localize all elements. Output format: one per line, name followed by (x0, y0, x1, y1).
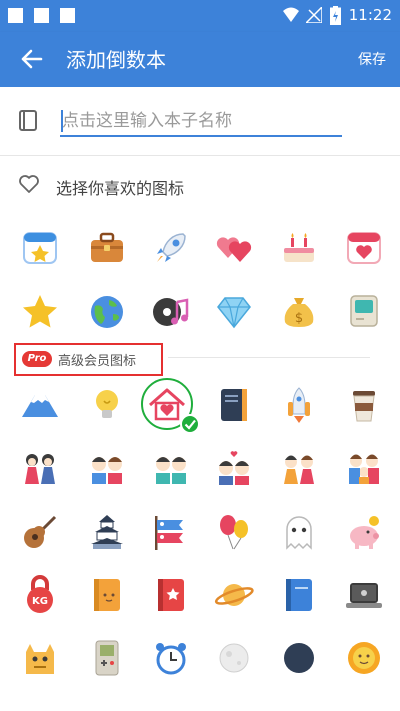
clock: 11:22 (348, 6, 392, 24)
monster-icon[interactable] (20, 638, 60, 678)
kimono-couple-icon[interactable] (279, 448, 319, 488)
japanese-castle-icon[interactable] (87, 512, 127, 552)
app-bar: 添加倒数本 保存 (0, 32, 400, 87)
calendar-star-icon[interactable] (20, 228, 60, 268)
retro-computer-icon[interactable] (344, 292, 384, 332)
svg-text:$: $ (295, 311, 303, 326)
couple-icon[interactable] (87, 448, 127, 488)
couple-hearts-icon[interactable] (214, 448, 254, 488)
book-icon (19, 110, 37, 131)
twin-boys-icon[interactable] (151, 448, 191, 488)
status-bar: 11:22 (0, 0, 400, 32)
balloons-icon[interactable] (214, 512, 254, 552)
crescent-moon-icon[interactable] (279, 638, 319, 678)
coffee-cup-icon[interactable] (344, 385, 384, 425)
no-signal-icon (306, 7, 322, 23)
pro-badge: Pro (22, 351, 52, 367)
piggy-bank-icon[interactable] (344, 512, 384, 552)
svg-text:KG: KG (32, 596, 48, 607)
briefcase-icon[interactable] (87, 228, 127, 268)
saturn-icon[interactable] (214, 575, 254, 615)
guitar-icon[interactable] (20, 512, 60, 552)
ghost-icon[interactable] (279, 512, 319, 552)
text-cursor (61, 110, 63, 132)
save-button[interactable]: 保存 (358, 49, 386, 69)
moon-icon[interactable] (214, 638, 254, 678)
money-bag-icon[interactable]: $ (279, 292, 319, 332)
hearts-icon[interactable] (214, 228, 254, 268)
laptop-icon[interactable] (344, 575, 384, 615)
globe-icon[interactable] (87, 292, 127, 332)
red-book-icon[interactable] (151, 575, 191, 615)
battery-icon (330, 6, 341, 25)
premium-section-label: 高级会员图标 (58, 354, 137, 369)
notebook-name-row (0, 87, 400, 156)
japanese-dolls-icon[interactable] (20, 448, 60, 488)
rocket-icon[interactable] (151, 228, 191, 268)
calendar-heart-icon[interactable] (344, 228, 384, 268)
music-disc-icon[interactable] (151, 292, 191, 332)
kettlebell-icon[interactable]: KG (20, 575, 60, 615)
blue-book-icon[interactable] (279, 575, 319, 615)
notebook-name-input[interactable] (60, 107, 342, 137)
arrow-back-icon (21, 49, 43, 69)
koinobori-icon[interactable] (151, 512, 191, 552)
notification-icon (8, 8, 23, 23)
page-title: 添加倒数本 (66, 48, 166, 72)
sun-face-icon[interactable] (344, 638, 384, 678)
mount-fuji-icon[interactable] (20, 385, 60, 425)
notification-icon (34, 8, 49, 23)
notebook-icon[interactable] (214, 385, 254, 425)
premium-section-header: Pro 高级会员图标 (14, 343, 163, 376)
heart-outline-icon (19, 175, 39, 193)
gameboy-icon[interactable] (87, 638, 127, 678)
checkmark-icon (180, 414, 200, 434)
section-divider (168, 357, 370, 358)
diamond-icon[interactable] (214, 292, 254, 332)
cute-book-icon[interactable] (87, 575, 127, 615)
wifi-icon (283, 7, 299, 22)
space-shuttle-icon[interactable] (279, 385, 319, 425)
star-icon[interactable] (20, 292, 60, 332)
notification-icon (60, 8, 75, 23)
icon-section-label: 选择你喜欢的图标 (56, 179, 185, 198)
alarm-clock-icon[interactable] (151, 638, 191, 678)
family-icon[interactable] (344, 448, 384, 488)
icon-section-header: 选择你喜欢的图标 (0, 155, 400, 213)
birthday-cake-icon[interactable] (279, 228, 319, 268)
lightbulb-icon[interactable] (87, 385, 127, 425)
back-button[interactable] (14, 44, 48, 74)
